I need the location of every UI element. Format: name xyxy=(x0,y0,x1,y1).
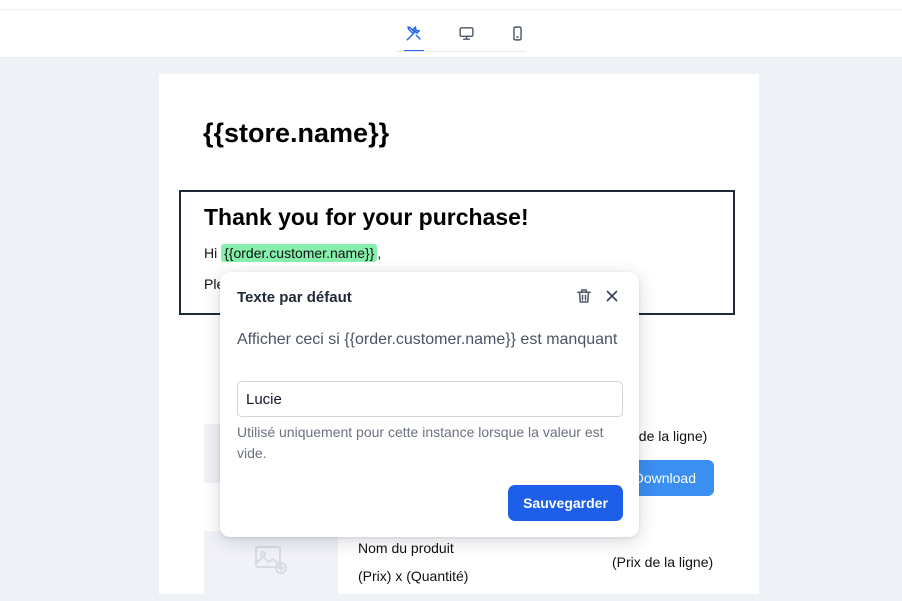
delete-button[interactable] xyxy=(575,287,595,307)
fallback-text-input[interactable] xyxy=(237,381,623,417)
product-name: Nom du produit xyxy=(358,540,454,556)
top-divider xyxy=(0,9,902,10)
top-toolbar xyxy=(0,0,902,58)
line-price-partial: t de la ligne) xyxy=(631,428,708,444)
mobile-icon xyxy=(512,25,522,41)
product-image-placeholder-2 xyxy=(204,531,338,601)
email-heading[interactable]: Thank you for your purchase! xyxy=(204,204,529,231)
default-text-popover: Texte par défaut Afficher ceci si {{orde… xyxy=(220,272,639,537)
popover-title: Texte par défaut xyxy=(237,289,352,306)
tools-icon xyxy=(406,26,421,41)
customer-name-variable[interactable]: {{order.customer.name}} xyxy=(221,244,378,262)
desktop-icon xyxy=(458,26,474,40)
close-icon xyxy=(606,290,618,302)
save-button[interactable]: Sauvegarder xyxy=(508,485,623,521)
greeting-line[interactable]: Hi {{order.customer.name}}, xyxy=(204,244,382,262)
help-text: Utilisé uniquement pour cette instance l… xyxy=(237,424,604,461)
product-quantity: (Prix) x (Quantité) xyxy=(358,568,469,584)
line-price: (Prix de la ligne) xyxy=(612,554,714,570)
greeting-prefix: Hi xyxy=(204,245,218,261)
tabs-underline xyxy=(396,51,526,52)
trash-icon xyxy=(577,289,591,303)
view-mode-tabs xyxy=(396,14,526,52)
store-name-heading[interactable]: {{store.name}} xyxy=(203,118,389,149)
close-button[interactable] xyxy=(603,287,623,307)
tab-mobile-preview[interactable] xyxy=(504,20,530,46)
image-placeholder-icon xyxy=(255,546,287,574)
greeting-suffix: , xyxy=(377,245,382,261)
tab-edit[interactable] xyxy=(401,20,427,52)
tab-desktop-preview[interactable] xyxy=(453,20,479,46)
fallback-prompt: Afficher ceci si {{order.customer.name}}… xyxy=(237,331,618,348)
